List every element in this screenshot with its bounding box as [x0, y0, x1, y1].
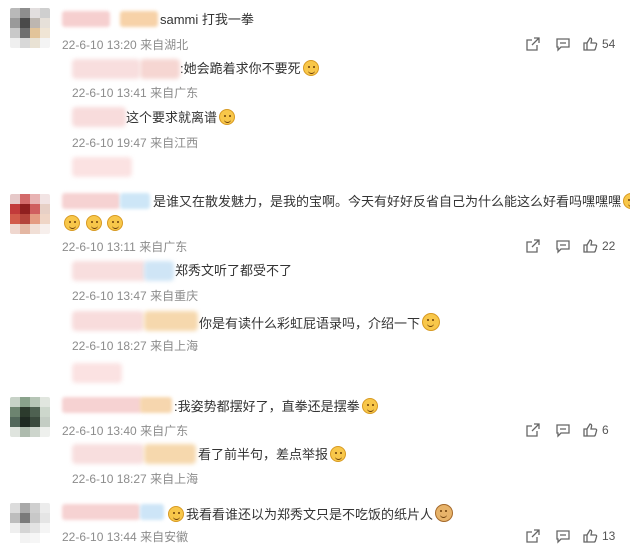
reply-username[interactable] [72, 444, 144, 464]
reply-meta: 22-6-10 18:27 来自上海 [72, 472, 199, 486]
comment-actions: 13 [518, 527, 616, 545]
comment-meta: 22-6-10 13:40 来自广东 [62, 422, 188, 439]
smile-emoji-icon [85, 215, 102, 231]
comment-actions: 6 [518, 421, 616, 439]
username[interactable] [120, 193, 150, 209]
comment-item: 是谁又在散发魅力，是我的宝啊。今天有好好反省自己为什么能这么好看吗嘿嘿嘿 22-… [0, 190, 630, 390]
comment-meta: 22-6-10 13:44 来自安徽 [62, 528, 188, 545]
reply-text: 你是有读什么彩虹屁语录吗，介绍一下 [199, 313, 441, 333]
share-button[interactable] [518, 527, 548, 545]
comment-item: 我看看谁还以为郑秀文只是不吃饭的纸片人 22-6-10 13:44 来自安徽 1… [0, 495, 630, 560]
comment-meta: 22-6-10 13:20 来自湖北 [62, 36, 188, 53]
comment-location: 来自广东 [140, 424, 189, 438]
comment-button[interactable] [548, 527, 578, 545]
comment-icon [556, 424, 570, 438]
more-replies-link[interactable] [72, 157, 132, 177]
comment-button[interactable] [548, 237, 578, 255]
comment-time: 22-6-10 13:20 [62, 38, 137, 52]
username[interactable] [62, 11, 110, 27]
username[interactable] [140, 504, 164, 520]
comment-time: 22-6-10 13:11 [62, 240, 136, 254]
comment-actions: 22 [518, 237, 616, 255]
comment-icon [556, 38, 570, 52]
reply-meta: 22-6-10 18:27 来自上海 [72, 339, 199, 353]
reply-username[interactable] [72, 311, 144, 331]
share-button[interactable] [518, 35, 548, 53]
comment-icon [556, 530, 570, 544]
comment-emoji-row [62, 215, 124, 233]
comment-location: 来自广东 [139, 240, 188, 254]
thumbs-up-icon [583, 529, 598, 543]
like-count: 13 [602, 529, 616, 543]
glasses-emoji-icon [168, 506, 184, 522]
smile-emoji-icon [422, 313, 441, 331]
reply-meta: 22-6-10 13:41 来自广东 [72, 86, 199, 100]
smile-emoji-icon [330, 446, 347, 462]
smile-emoji-icon [64, 215, 80, 231]
smile-emoji-icon [302, 60, 319, 76]
comment-button[interactable] [548, 35, 578, 53]
thumbs-up-icon [583, 423, 598, 437]
reply-text: 郑秀文听了都受不了 [175, 263, 293, 278]
comment-item: :我姿势都摆好了，直拳还是摆拳 22-6-10 13:40 来自广东 6 看了前… [0, 390, 630, 495]
reply-text: 看了前半句，差点举报 [198, 446, 347, 464]
comment-time: 22-6-10 13:44 [62, 530, 137, 544]
smile-emoji-icon [107, 215, 124, 231]
reply-username[interactable] [72, 261, 146, 281]
smile-emoji-icon [623, 193, 630, 209]
thumbs-up-icon [583, 239, 598, 253]
like-button[interactable]: 54 [582, 36, 616, 52]
comment-text: sammi 打我一拳 [160, 12, 254, 27]
reply-meta: 22-6-10 19:47 来自江西 [72, 136, 199, 150]
avatar[interactable] [10, 194, 50, 234]
share-icon [526, 423, 540, 437]
smile-emoji-icon [361, 398, 378, 414]
share-icon [526, 239, 540, 253]
comment-location: 来自湖北 [140, 38, 189, 52]
avatar[interactable] [10, 503, 50, 543]
username[interactable] [62, 504, 140, 520]
like-count: 22 [602, 239, 616, 253]
like-button[interactable]: 13 [582, 528, 616, 544]
comment-location: 来自安徽 [140, 530, 189, 544]
share-icon [526, 37, 540, 51]
avatar[interactable] [10, 8, 50, 48]
reply-meta: 22-6-10 13:47 来自重庆 [72, 289, 199, 303]
reply-username[interactable] [140, 59, 180, 79]
like-count: 54 [602, 37, 616, 51]
comment-time: 22-6-10 13:40 [62, 424, 137, 438]
reply-username[interactable] [72, 107, 126, 127]
comment-meta: 22-6-10 13:11 来自广东 [62, 238, 187, 255]
comment-text: 我看看谁还以为郑秀文只是不吃饭的纸片人 [166, 504, 454, 524]
comment-icon [556, 240, 570, 254]
like-count: 6 [602, 423, 609, 437]
reply-username[interactable] [72, 59, 140, 79]
username[interactable] [62, 193, 120, 209]
cat-emoji-icon [435, 504, 454, 522]
reply-text: 这个要求就离谱 [126, 109, 236, 127]
avatar[interactable] [10, 397, 50, 437]
username[interactable] [120, 11, 158, 27]
reply-text: :她会跪着求你不要死 [180, 60, 319, 78]
reply-username[interactable] [144, 311, 198, 331]
thumbs-up-icon [583, 37, 598, 51]
smile-emoji-icon [219, 109, 236, 125]
comment-text: 是谁又在散发魅力，是我的宝啊。今天有好好反省自己为什么能这么好看吗嘿嘿嘿 [153, 193, 630, 211]
more-replies-link[interactable] [72, 363, 122, 383]
comment-actions: 54 [518, 35, 616, 53]
username[interactable] [62, 397, 142, 413]
share-button[interactable] [518, 421, 548, 439]
comment-item: sammi 打我一拳 22-6-10 13:20 来自湖北 54 :她会跪着求你… [0, 0, 630, 190]
comment-button[interactable] [548, 421, 578, 439]
like-button[interactable]: 6 [582, 422, 616, 438]
share-icon [526, 529, 540, 543]
comment-text: :我姿势都摆好了，直拳还是摆拳 [174, 398, 378, 416]
username[interactable] [140, 397, 172, 413]
reply-username[interactable] [144, 261, 174, 281]
share-button[interactable] [518, 237, 548, 255]
reply-username[interactable] [144, 444, 196, 464]
like-button[interactable]: 22 [582, 238, 616, 254]
